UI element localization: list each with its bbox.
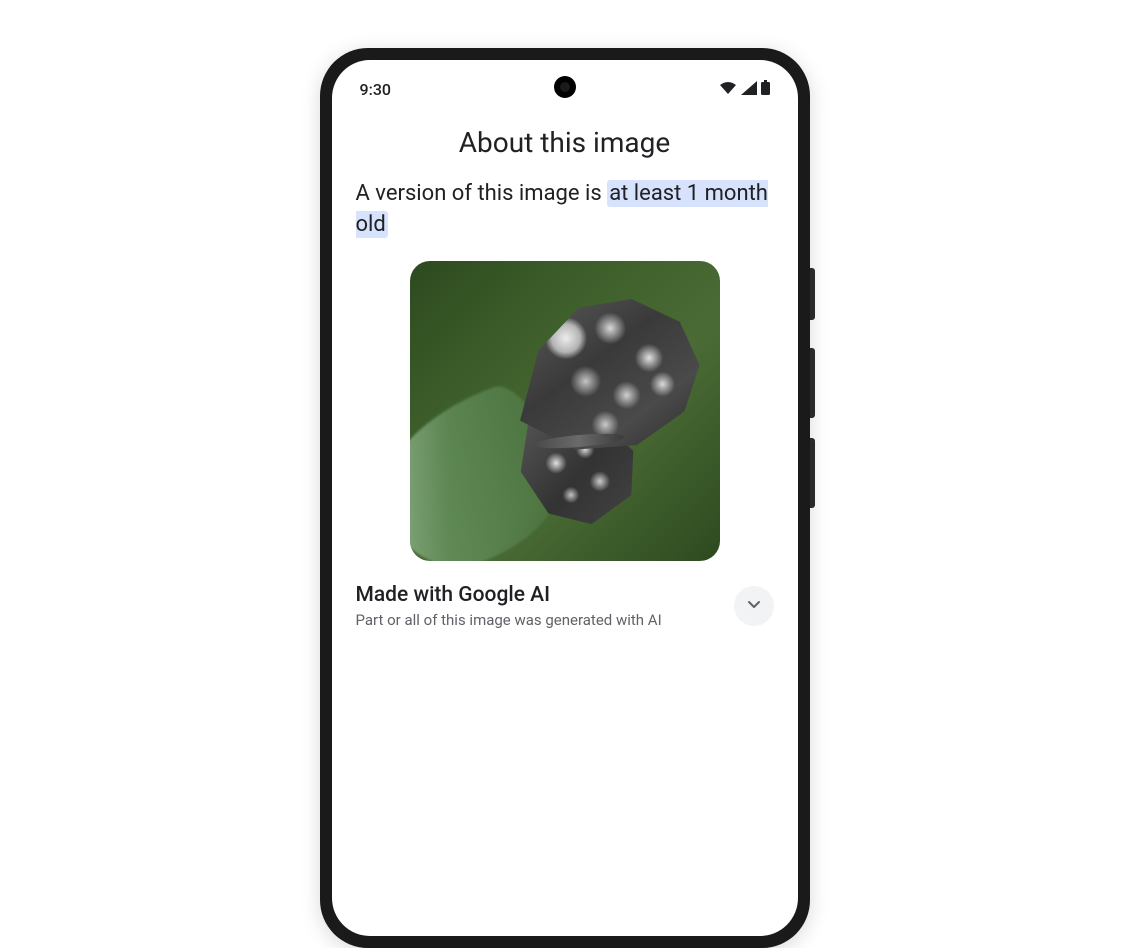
phone-screen: 9:30 About this image A version of this … [332,60,798,936]
age-prefix: A version of this image is [356,181,608,206]
signal-icon [741,80,757,99]
wifi-icon [719,80,737,99]
power-button [810,268,815,320]
phone-frame: 9:30 About this image A version of this … [320,48,810,948]
ai-info-text: Made with Google AI Part or all of this … [356,583,662,629]
volume-down-button [810,438,815,508]
volume-up-button [810,348,815,418]
phone-mockup: 9:30 About this image A version of this … [320,48,810,948]
expand-button[interactable] [734,586,774,626]
chevron-down-icon [746,596,762,616]
page-title: About this image [332,108,798,179]
image-preview[interactable] [410,261,720,561]
image-age-text: A version of this image is at least 1 mo… [332,179,798,261]
status-time: 9:30 [360,80,392,99]
ai-info-subtext: Part or all of this image was generated … [356,611,662,629]
status-icons [719,80,770,99]
camera-notch [554,76,576,98]
ai-info-heading: Made with Google AI [356,583,662,607]
ai-info-row[interactable]: Made with Google AI Part or all of this … [332,561,798,633]
battery-icon [761,80,770,99]
